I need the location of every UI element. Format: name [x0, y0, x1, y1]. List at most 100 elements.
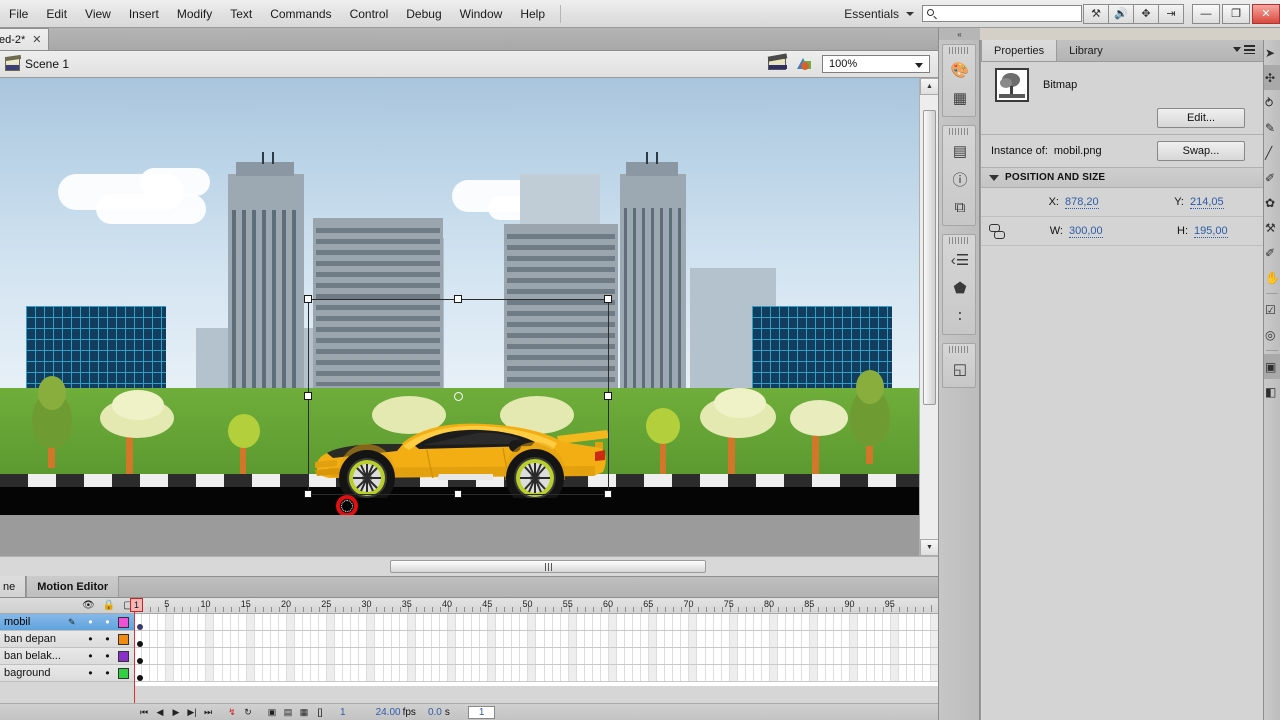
frame-cell[interactable]: [657, 631, 666, 647]
lock-toggle[interactable]: •: [99, 616, 116, 628]
frame-cell[interactable]: [899, 631, 907, 647]
frame-cell[interactable]: [553, 631, 561, 647]
frame-cell[interactable]: [416, 648, 424, 664]
frame-cell[interactable]: [883, 648, 891, 664]
menu-debug[interactable]: Debug: [397, 3, 450, 25]
frame-cell[interactable]: [553, 614, 561, 630]
bone-tool[interactable]: ⚒: [1264, 215, 1280, 240]
x-value[interactable]: 878,20: [1065, 196, 1099, 209]
frame-cell[interactable]: [206, 665, 215, 681]
frame-cell[interactable]: [174, 665, 183, 681]
frame-cell[interactable]: [142, 614, 151, 630]
frame-cell[interactable]: [746, 665, 754, 681]
scroll-down-icon[interactable]: ▼: [920, 539, 939, 556]
frame-cell[interactable]: [915, 665, 923, 681]
frame-grid[interactable]: [134, 614, 938, 686]
frame-cell[interactable]: [400, 665, 408, 681]
frame-cell[interactable]: [440, 648, 448, 664]
document-tab[interactable]: ed-2* ✕: [0, 28, 49, 50]
frame-cell[interactable]: [206, 614, 215, 630]
frame-cell[interactable]: [867, 614, 875, 630]
frame-cell[interactable]: [561, 665, 569, 681]
frame-cell[interactable]: [608, 631, 617, 647]
frame-cell[interactable]: [577, 665, 585, 681]
frame-cell[interactable]: [794, 614, 803, 630]
frame-cell[interactable]: [593, 614, 601, 630]
frame-cell[interactable]: [246, 631, 255, 647]
frame-cell[interactable]: [279, 665, 287, 681]
frame-cell[interactable]: [617, 631, 626, 647]
frame-cell[interactable]: [802, 631, 811, 647]
lock-aspect-ratio-icon[interactable]: [989, 223, 1005, 239]
frame-cell[interactable]: [416, 631, 424, 647]
frame-cell[interactable]: [504, 665, 513, 681]
frame-cell[interactable]: [608, 614, 617, 630]
frame-cell[interactable]: [512, 631, 521, 647]
frame-cell[interactable]: [271, 665, 279, 681]
frame-cell[interactable]: [311, 648, 320, 664]
frame-cell[interactable]: [561, 648, 569, 664]
frame-cell[interactable]: [778, 614, 787, 630]
zoom-tool[interactable]: ◎: [1264, 322, 1280, 347]
frame-cell[interactable]: [239, 631, 247, 647]
go-to-last-icon[interactable]: ⏭: [200, 707, 216, 718]
frame-cell[interactable]: [802, 665, 811, 681]
frame-cell[interactable]: [311, 614, 320, 630]
frame-cell[interactable]: [303, 665, 312, 681]
frame-cell[interactable]: [706, 648, 714, 664]
frame-cell[interactable]: [351, 631, 360, 647]
menu-window[interactable]: Window: [451, 3, 512, 25]
frame-cell[interactable]: [263, 648, 271, 664]
frame-cell[interactable]: [182, 614, 191, 630]
frame-cell[interactable]: [834, 614, 843, 630]
frame-cell[interactable]: [496, 665, 505, 681]
layer-color-swatch[interactable]: [118, 633, 129, 645]
frame-cell[interactable]: [150, 665, 159, 681]
frame-cell[interactable]: [553, 665, 561, 681]
frame-cell[interactable]: [915, 631, 923, 647]
frame-cell[interactable]: [295, 648, 304, 664]
frame-cell[interactable]: [190, 614, 199, 630]
car-bitmap-instance[interactable]: [307, 406, 610, 507]
onion-skin-icon[interactable]: ↯: [224, 707, 240, 718]
info-icon[interactable]: ⓘ: [943, 165, 977, 193]
w-field-group[interactable]: W: 300,00: [1011, 225, 1136, 238]
layer-row-baground[interactable]: baground • •: [0, 665, 134, 682]
frame-cell[interactable]: [585, 665, 593, 681]
frame-cell[interactable]: [464, 631, 473, 647]
modify-markers-icon[interactable]: ▦: [296, 707, 312, 718]
frame-cell[interactable]: [923, 648, 931, 664]
frame-cell[interactable]: [649, 665, 658, 681]
frame-cell[interactable]: [343, 665, 352, 681]
frame-cell[interactable]: [568, 648, 577, 664]
frame-cell[interactable]: [867, 631, 875, 647]
frame-cell[interactable]: [907, 631, 915, 647]
frame-cell[interactable]: [215, 665, 223, 681]
frame-cell[interactable]: [673, 665, 682, 681]
deco-tool[interactable]: ✿: [1264, 190, 1280, 215]
frame-cell[interactable]: [706, 665, 714, 681]
frame-cell[interactable]: [883, 665, 891, 681]
frame-cell[interactable]: [625, 631, 634, 647]
frame-cell[interactable]: [722, 665, 730, 681]
frame-cell[interactable]: [810, 614, 819, 630]
frame-cell[interactable]: [182, 665, 191, 681]
frame-cell[interactable]: [875, 665, 883, 681]
frame-cell[interactable]: [930, 648, 938, 664]
frame-cell[interactable]: [875, 631, 883, 647]
frame-cell[interactable]: [665, 665, 674, 681]
frame-cell[interactable]: [424, 665, 432, 681]
frame-cell[interactable]: [867, 665, 875, 681]
frame-cell[interactable]: [327, 665, 336, 681]
frame-cell[interactable]: [528, 648, 537, 664]
frame-cell[interactable]: [859, 665, 867, 681]
menu-insert[interactable]: Insert: [120, 3, 168, 25]
search-input[interactable]: [922, 5, 1082, 22]
status-fps-value[interactable]: 24.00: [376, 707, 401, 718]
twirl-down-icon[interactable]: [989, 174, 999, 181]
frame-cell[interactable]: [633, 614, 642, 630]
frame-cell[interactable]: [166, 614, 175, 630]
frame-cell[interactable]: [875, 614, 883, 630]
frame-cell[interactable]: [150, 648, 159, 664]
frame-cell[interactable]: [520, 631, 529, 647]
